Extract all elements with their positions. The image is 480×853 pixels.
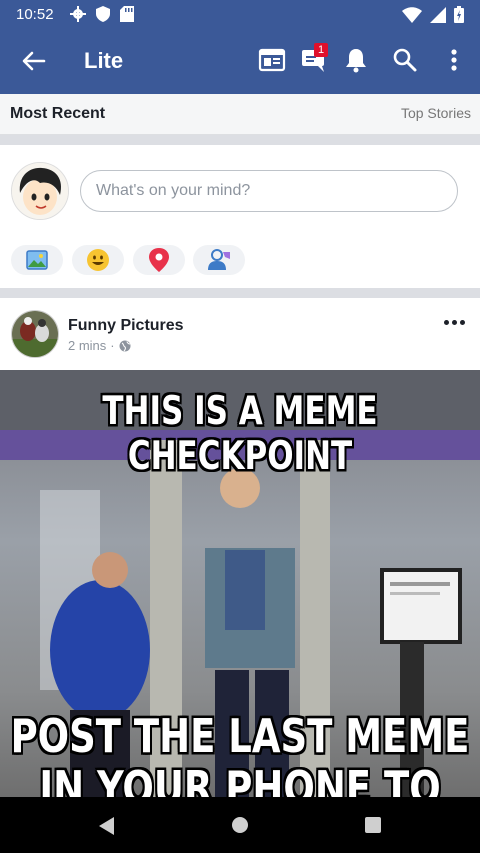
tag-friend-icon bbox=[208, 249, 230, 270]
back-triangle-icon[interactable] bbox=[96, 815, 116, 837]
notifications-bell-icon[interactable] bbox=[342, 46, 370, 74]
page-avatar[interactable] bbox=[11, 310, 59, 358]
tab-top-stories[interactable]: Top Stories bbox=[401, 105, 471, 121]
post-meta: 2 mins · bbox=[68, 338, 131, 353]
feeling-button[interactable] bbox=[72, 245, 124, 275]
location-button[interactable] bbox=[133, 245, 185, 275]
status-time: 10:52 bbox=[16, 6, 54, 23]
post-image[interactable]: THIS IS A MEME CHECKPOINT POST THE LAST … bbox=[0, 370, 480, 798]
app-bar: Lite 1 bbox=[0, 28, 480, 94]
recents-square-icon[interactable] bbox=[363, 815, 383, 835]
meme-caption-bottom-1: POST THE LAST MEME bbox=[10, 709, 470, 764]
post-time[interactable]: 2 mins bbox=[68, 338, 106, 353]
emoji-icon bbox=[87, 249, 109, 271]
globe-icon bbox=[119, 340, 131, 351]
messages-badge: 1 bbox=[314, 43, 329, 57]
post-author[interactable]: Funny Pictures bbox=[68, 317, 184, 335]
sd-card-icon bbox=[120, 6, 134, 22]
divider bbox=[0, 135, 480, 145]
search-icon[interactable] bbox=[391, 46, 419, 74]
post-composer: What's on your mind? bbox=[0, 146, 480, 288]
cartoon-avatar-icon bbox=[12, 163, 68, 219]
status-input-placeholder: What's on your mind? bbox=[96, 182, 251, 199]
more-vertical-icon[interactable] bbox=[440, 46, 468, 74]
meme-caption-top: THIS IS A MEME CHECKPOINT bbox=[102, 389, 378, 479]
photo-button[interactable] bbox=[11, 245, 63, 275]
status-bar: 10:52 bbox=[0, 0, 480, 28]
status-input[interactable]: What's on your mind? bbox=[80, 170, 458, 212]
page-avatar-image bbox=[12, 311, 58, 357]
tag-friend-button[interactable] bbox=[193, 245, 245, 275]
signal-icon bbox=[430, 6, 446, 23]
tab-most-recent[interactable]: Most Recent bbox=[10, 105, 105, 123]
gear-icon bbox=[70, 6, 86, 22]
dot bbox=[452, 320, 457, 325]
news-feed-icon[interactable] bbox=[258, 46, 286, 74]
meta-separator: · bbox=[110, 338, 115, 353]
post-options-button[interactable] bbox=[444, 320, 465, 325]
home-circle-icon[interactable] bbox=[230, 815, 250, 835]
feed-tabs: Most Recent Top Stories bbox=[0, 94, 480, 135]
battery-icon bbox=[454, 6, 464, 23]
shield-icon bbox=[96, 6, 110, 22]
back-arrow-icon[interactable] bbox=[20, 48, 46, 74]
messages-button[interactable]: 1 bbox=[300, 43, 329, 74]
wifi-icon bbox=[402, 6, 422, 23]
feed-post: Funny Pictures 2 mins · THIS IS A MEME C… bbox=[0, 298, 480, 798]
photo-icon bbox=[26, 250, 48, 270]
location-pin-icon bbox=[149, 248, 169, 272]
dot bbox=[444, 320, 449, 325]
app-title: Lite bbox=[84, 48, 124, 73]
avatar[interactable] bbox=[11, 162, 69, 220]
system-nav-bar bbox=[0, 797, 480, 853]
dot bbox=[460, 320, 465, 325]
meme-caption-bottom-2: IN YOUR PHONE TO PASS bbox=[39, 761, 441, 798]
divider bbox=[0, 288, 480, 298]
